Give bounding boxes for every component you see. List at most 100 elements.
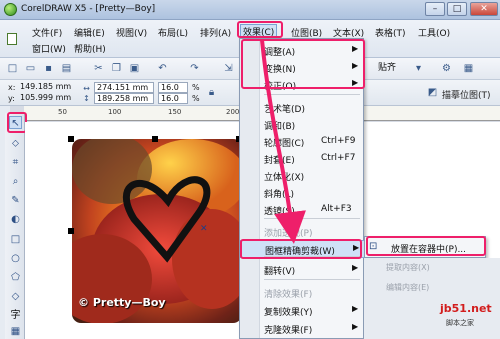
menu-view[interactable]: 视图(V) <box>114 26 149 39</box>
effects-menu-item[interactable]: 复制效果(Y) ▶ <box>240 302 365 320</box>
paste-icon[interactable]: ▣ <box>128 62 141 75</box>
menu-item-label: 校正(O) <box>264 82 297 92</box>
new-icon[interactable]: □ <box>6 62 19 75</box>
menu-item-label: 调整(A) <box>264 48 296 58</box>
scale-x-unit: % <box>192 83 200 92</box>
undo-icon[interactable]: ↶ <box>156 62 169 75</box>
menu-separator <box>264 279 360 280</box>
smart-fill-icon[interactable]: ◐ <box>9 213 22 226</box>
save-icon[interactable]: ▪ <box>42 62 55 75</box>
effects-menu-item[interactable]: 校正(O) ▶ <box>240 76 365 94</box>
zoom-tool-icon[interactable]: ⌕ <box>9 175 22 188</box>
menu-file[interactable]: 文件(F) <box>30 26 64 39</box>
scale-x-field[interactable]: 16.0 <box>158 82 188 93</box>
menu-tools[interactable]: 工具(O) <box>416 26 452 39</box>
scale-y-field[interactable]: 16.0 <box>158 93 188 104</box>
effects-menu-item[interactable]: 艺术笔(D) <box>240 99 365 117</box>
effects-menu-item[interactable]: 变换(N) ▶ <box>240 59 365 77</box>
effects-menu-item[interactable]: 克隆效果(F) ▶ <box>240 320 365 338</box>
menu-item-shortcut: Alt+F3 <box>321 204 352 214</box>
menu-layout[interactable]: 布局(L) <box>156 26 190 39</box>
y-label: y: <box>8 94 15 103</box>
polygon-tool-icon[interactable]: ⬠ <box>9 271 22 284</box>
extract-contents-item[interactable]: 提取内容(X) <box>386 262 430 273</box>
effects-menu-item[interactable]: 调整(A) ▶ <box>240 42 365 60</box>
import-icon[interactable]: ⇲ <box>222 62 235 75</box>
freehand-tool-icon[interactable]: ✎ <box>9 194 22 207</box>
menu-item-label: 艺术笔(D) <box>264 105 305 115</box>
site-subtitle: 脚本之家 <box>446 319 474 327</box>
cut-icon[interactable]: ✂ <box>92 62 105 75</box>
launcher-icon[interactable]: ▦ <box>462 62 475 75</box>
options-icon[interactable]: ⚙ <box>440 62 453 75</box>
right-panel <box>364 258 500 339</box>
menu-item-label: 复制效果(Y) <box>264 308 313 318</box>
toolbox: ↖ ⬦ ⌗ ⌕ ✎ ◐ □ ○ ⬠ ◇ 字 ▦ <box>5 113 25 339</box>
trace-bitmap-button[interactable]: 描摹位图(T) <box>442 88 491 101</box>
crop-tool-icon[interactable]: ⌗ <box>9 156 22 169</box>
trace-bitmap-icon[interactable]: ◩ <box>426 86 439 99</box>
submenu-arrow-icon: ▶ <box>352 78 359 87</box>
width-field[interactable]: 274.151 mm <box>94 82 154 93</box>
svg-text:✕: ✕ <box>200 224 208 234</box>
snap-dropdown-icon[interactable]: ▾ <box>412 62 425 75</box>
ellipse-tool-icon[interactable]: ○ <box>9 252 22 265</box>
menu-table[interactable]: 表格(T) <box>373 26 408 39</box>
effects-menu-item[interactable]: 调和(B) <box>240 116 365 134</box>
ruler-tick: 150 <box>168 108 182 116</box>
menu-item-label: 克隆效果(F) <box>264 326 313 336</box>
open-icon[interactable]: ▭ <box>24 62 37 75</box>
effects-menu-item[interactable]: 立体化(X) <box>240 167 365 185</box>
selection-handle[interactable] <box>68 228 74 234</box>
print-icon[interactable]: ▤ <box>60 62 73 75</box>
selection-handle[interactable] <box>68 136 74 142</box>
place-inside-container-item[interactable]: 放置在容器中(P)... <box>391 242 466 255</box>
x-position-field[interactable]: 149.185 mm <box>18 82 78 93</box>
pick-tool-icon[interactable]: ↖ <box>9 116 22 129</box>
table-tool-icon[interactable]: ▦ <box>9 325 22 338</box>
copy-icon[interactable]: ❐ <box>110 62 123 75</box>
ruler-tick: 100 <box>108 108 122 116</box>
effects-menu-item[interactable]: 透镜(S) Alt+F3 <box>240 201 365 219</box>
menu-item-shortcut: Ctrl+F9 <box>321 136 356 146</box>
menu-effects[interactable]: 效果(C) <box>240 24 278 39</box>
menu-item-shortcut: Ctrl+F7 <box>321 153 356 163</box>
effects-menu-item[interactable]: 翻转(V) ▶ <box>240 261 365 279</box>
selection-handle[interactable] <box>152 136 158 142</box>
powerclip-submenu: ⊡ 放置在容器中(P)... <box>364 236 486 258</box>
maximize-button[interactable]: □ <box>447 2 467 16</box>
submenu-arrow-icon: ▶ <box>352 44 359 53</box>
coreldraw-logo-icon <box>4 3 17 16</box>
snap-to-button[interactable]: 贴齐 <box>372 62 402 75</box>
text-tool-icon[interactable]: 字 <box>9 309 22 322</box>
edit-contents-item[interactable]: 编辑内容(E) <box>386 282 429 293</box>
redo-icon[interactable]: ↷ <box>188 62 201 75</box>
menu-item-label: 斜角(L) <box>264 190 295 200</box>
height-icon: ↕ <box>83 94 90 103</box>
window-title: CorelDRAW X5 - [Pretty—Boy] <box>21 4 156 14</box>
effects-menu-item[interactable]: 轮廓图(C) Ctrl+F9 <box>240 133 365 151</box>
effects-menu-item[interactable]: 封套(E) Ctrl+F7 <box>240 150 365 168</box>
rectangle-tool-icon[interactable]: □ <box>9 233 22 246</box>
basic-shapes-icon[interactable]: ◇ <box>9 290 22 303</box>
menu-edit[interactable]: 编辑(E) <box>72 26 107 39</box>
close-button[interactable]: ✕ <box>470 2 498 16</box>
menu-arrange[interactable]: 排列(A) <box>198 26 233 39</box>
menu-separator <box>264 256 360 257</box>
effects-menu-item: 清除效果(F) <box>240 284 365 302</box>
minimize-button[interactable]: – <box>425 2 445 16</box>
effects-menu-item[interactable]: 斜角(L) <box>240 184 365 202</box>
lock-ratio-icon[interactable]: 🔒︎ <box>205 86 218 99</box>
site-logo: jb51.net <box>440 302 492 315</box>
shape-tool-icon[interactable]: ⬦ <box>9 137 22 150</box>
height-field[interactable]: 189.258 mm <box>94 93 154 104</box>
effects-menu-item: 添加透视(P) <box>240 223 365 241</box>
y-position-field[interactable]: 105.999 mm <box>18 93 78 104</box>
x-label: x: <box>8 83 16 92</box>
menu-help[interactable]: 帮助(H) <box>72 42 108 55</box>
menu-item-label: 翻转(V) <box>264 267 296 277</box>
menu-separator <box>264 218 360 219</box>
menu-item-label: 透镜(S) <box>264 207 295 217</box>
document-icon <box>7 33 17 45</box>
menu-window[interactable]: 窗口(W) <box>30 42 68 55</box>
